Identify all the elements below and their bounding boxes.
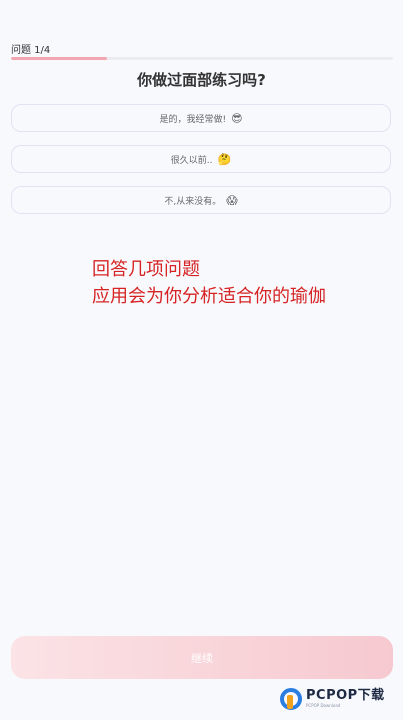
promo-overlay-text: 回答几项问题 应用会为你分析适合你的瑜伽: [92, 256, 326, 310]
progress-bar: [11, 57, 393, 60]
screaming-emoji-icon: 😱: [226, 193, 238, 207]
progress-bar-fill: [11, 57, 107, 60]
thinking-emoji-icon: 🤔: [217, 152, 232, 166]
option-label: 不,从来没有。: [164, 196, 222, 207]
continue-button[interactable]: 继续: [11, 636, 393, 679]
watermark-text: PCPOP下载: [306, 688, 385, 703]
question-title: 你做过面部练习吗?: [137, 71, 266, 89]
promo-line-1: 回答几项问题: [92, 259, 200, 280]
option-often[interactable]: 是的，我经常做! 😎: [11, 104, 391, 132]
option-never[interactable]: 不,从来没有。 😱: [11, 186, 391, 214]
watermark-text-group: PCPOP下载 PCPOP Download: [306, 689, 385, 709]
pcpop-logo-icon: [280, 688, 302, 710]
watermark-subtext: PCPOP Download: [306, 703, 341, 708]
sunglasses-emoji-icon: 😎: [231, 111, 243, 125]
option-long-ago[interactable]: 很久以前.. 🤔: [11, 145, 391, 173]
pcpop-watermark: PCPOP下载 PCPOP Download: [280, 683, 400, 715]
progress-label: 问题 1/4: [11, 45, 51, 56]
promo-line-2: 应用会为你分析适合你的瑜伽: [92, 286, 326, 307]
option-label: 是的，我经常做!: [159, 114, 227, 125]
option-label: 很久以前..: [170, 155, 213, 166]
